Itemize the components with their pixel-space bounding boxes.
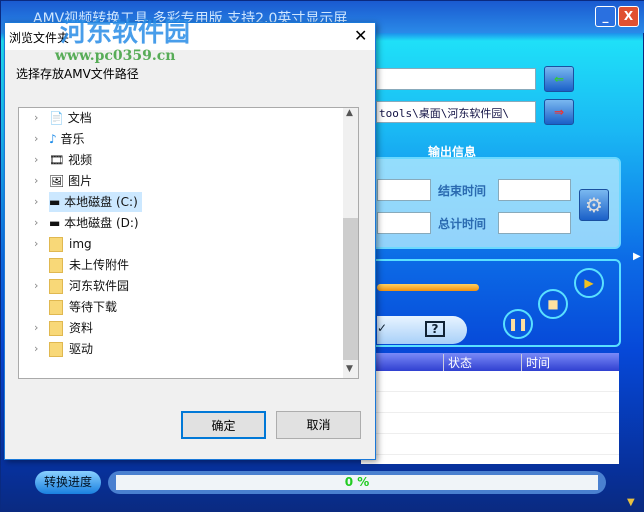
scrollbar-thumb[interactable]	[343, 218, 358, 360]
stop-icon: ■	[547, 297, 559, 311]
help-button[interactable]: ?	[425, 321, 445, 337]
expand-chevron-icon[interactable]: ›	[34, 234, 38, 254]
tree-item-videos[interactable]: 视频	[68, 153, 92, 167]
scroll-up-icon[interactable]: ▲	[346, 108, 353, 118]
input-path-field[interactable]	[376, 68, 536, 90]
tree-item-documents[interactable]: 文档	[68, 111, 92, 125]
duration-field[interactable]	[377, 212, 431, 234]
ok-button[interactable]: 确定	[181, 411, 266, 439]
expand-chevron-icon[interactable]: ›	[34, 276, 38, 296]
tree-item-pictures[interactable]: 图片	[68, 174, 92, 188]
stop-button[interactable]: ■	[538, 289, 568, 319]
music-icon: ♪	[49, 132, 61, 146]
expand-chevron-icon[interactable]: ›	[34, 171, 38, 191]
start-time-field[interactable]	[377, 179, 431, 201]
tree-item-folder[interactable]: 未上传附件	[69, 258, 129, 272]
expand-chevron-icon[interactable]: ›	[34, 129, 38, 149]
tool-button-bar: ✓ ?	[377, 316, 467, 344]
expand-arrow-icon[interactable]: ▶	[633, 251, 641, 262]
progress-text: 0 %	[116, 475, 598, 490]
expand-chevron-icon[interactable]: ›	[34, 339, 38, 359]
tree-item-folder[interactable]: img	[69, 237, 92, 251]
pause-button[interactable]: ❚❚	[503, 309, 533, 339]
convert-progress-button[interactable]: 转换进度	[35, 471, 101, 494]
expand-chevron-icon[interactable]: ›	[34, 318, 38, 338]
total-time-field[interactable]	[498, 212, 571, 234]
end-time-label: 结束时间	[438, 184, 487, 198]
folder-icon	[49, 258, 63, 273]
folder-icon	[49, 321, 63, 336]
watermark-logo: 河东软件园	[60, 18, 191, 48]
browse-folder-dialog: 浏览文件夹 ✕ 选择存放AMV文件路径 › 📄 文档 › ♪ 音乐 › 🎞 视频 › 🖼…	[4, 22, 376, 460]
drive-icon: ▬	[49, 195, 65, 209]
end-time-field[interactable]	[498, 179, 571, 201]
expand-chevron-icon[interactable]: ›	[34, 108, 38, 128]
browse-output-button[interactable]: ⇒	[544, 99, 574, 125]
drive-icon: ▬	[49, 216, 65, 230]
tree-item-music[interactable]: 音乐	[60, 132, 84, 146]
cancel-button[interactable]: 取消	[276, 411, 361, 439]
tree-item-drive-c[interactable]: 本地磁盘 (C:)	[64, 195, 138, 209]
play-icon: ▶	[584, 276, 594, 290]
expand-chevron-icon[interactable]: ›	[34, 213, 38, 233]
close-button[interactable]: X	[618, 6, 639, 27]
column-time[interactable]: 时间	[521, 354, 550, 371]
picture-icon: 🖼	[49, 174, 69, 188]
task-table-header: 状态 时间	[361, 353, 619, 371]
column-status[interactable]: 状态	[443, 354, 472, 371]
pause-icon: ❚❚	[507, 317, 529, 331]
tree-item-folder[interactable]: 河东软件园	[69, 279, 129, 293]
scroll-down-icon[interactable]: ▼	[346, 364, 353, 374]
check-button[interactable]: ✓	[377, 321, 387, 335]
total-time-label: 总计时间	[438, 217, 487, 231]
folder-icon	[49, 342, 63, 357]
dialog-close-button[interactable]: ✕	[354, 26, 367, 45]
tree-scrollbar[interactable]: ▲ ▼	[343, 108, 358, 378]
preview-slider[interactable]	[377, 284, 479, 291]
task-table-body[interactable]	[361, 371, 619, 464]
progress-bar: 0 %	[108, 471, 606, 494]
expand-chevron-icon[interactable]: ›	[34, 192, 38, 212]
dialog-prompt: 选择存放AMV文件路径	[16, 67, 139, 81]
tree-item-folder[interactable]: 资料	[69, 321, 93, 335]
expand-chevron-icon[interactable]: ›	[34, 150, 38, 170]
folder-icon	[49, 237, 63, 252]
minimize-button[interactable]: _	[595, 6, 616, 27]
dropdown-arrow-icon[interactable]: ▼	[627, 497, 635, 508]
folder-icon	[49, 300, 63, 315]
tree-item-folder[interactable]: 等待下载	[69, 300, 117, 314]
folder-tree[interactable]: › 📄 文档 › ♪ 音乐 › 🎞 视频 › 🖼 图片 › ▬ 本地磁盘 (C:) › ▬ …	[18, 107, 359, 379]
watermark-url: www.pc0359.cn	[55, 48, 176, 64]
document-icon: 📄	[49, 111, 68, 125]
browse-input-button[interactable]: ⇐	[544, 66, 574, 92]
video-icon: 🎞	[49, 153, 69, 167]
folder-icon	[49, 279, 63, 294]
output-path-field[interactable]: tools\桌面\河东软件园\	[376, 101, 536, 123]
settings-gear-button[interactable]: ⚙	[579, 189, 609, 221]
play-button[interactable]: ▶	[574, 268, 604, 298]
tree-item-folder[interactable]: 驱动	[69, 342, 93, 356]
tree-item-drive-d[interactable]: 本地磁盘 (D:)	[64, 216, 138, 230]
